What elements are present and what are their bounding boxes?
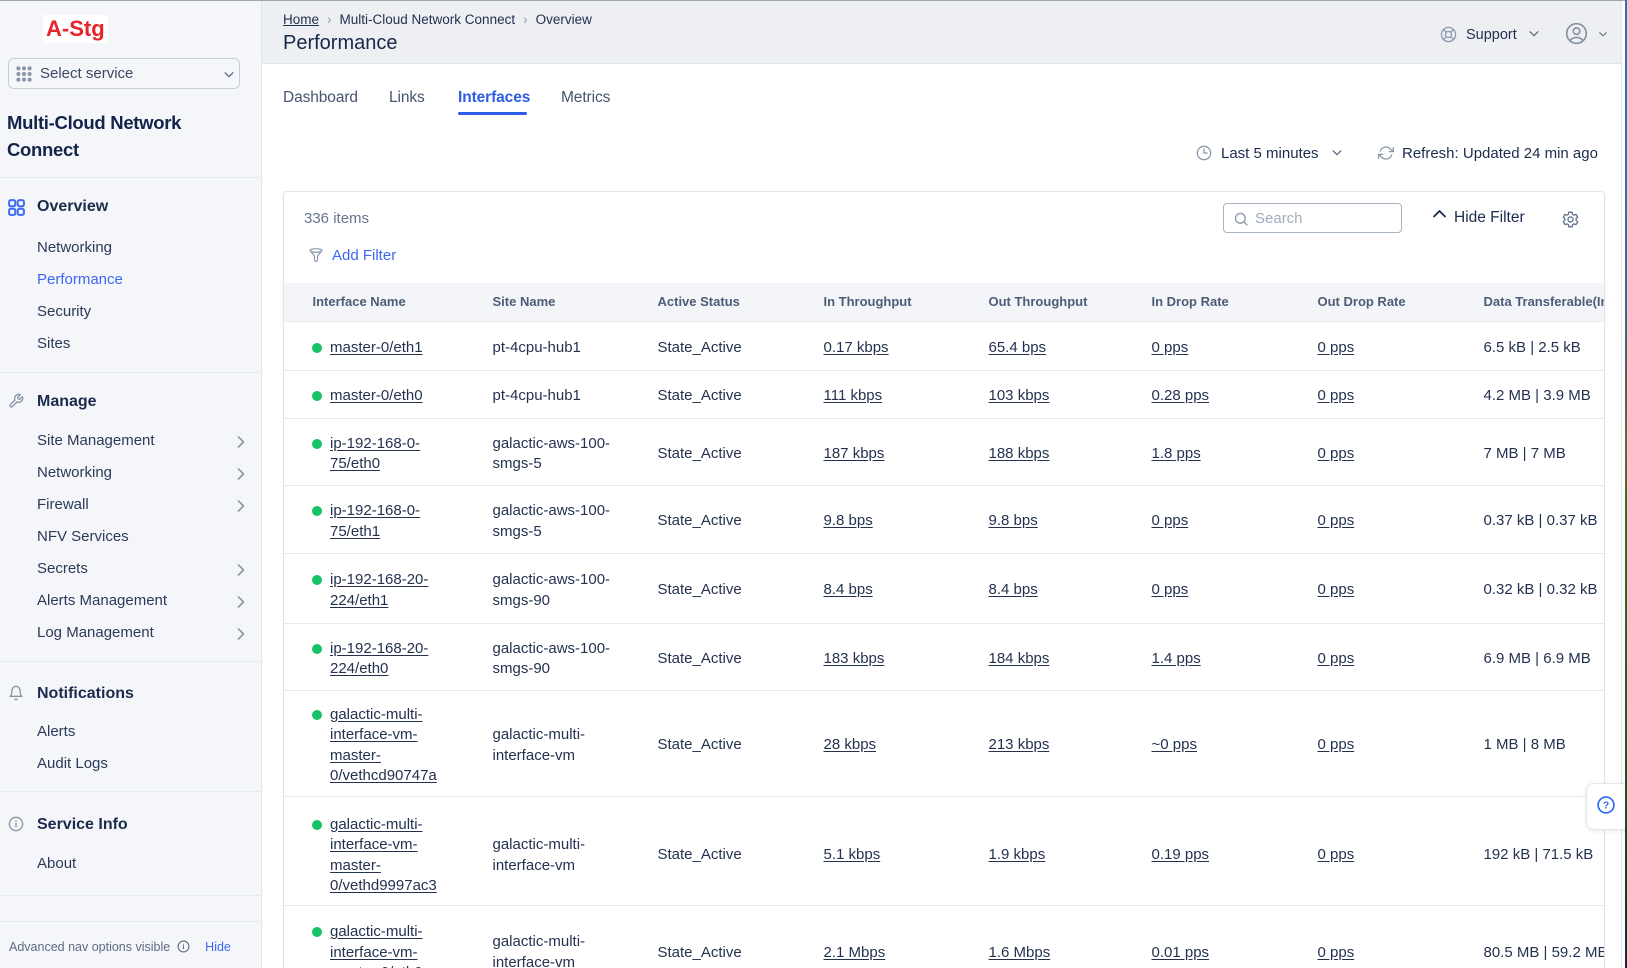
svg-text:?: ? (1603, 801, 1609, 812)
